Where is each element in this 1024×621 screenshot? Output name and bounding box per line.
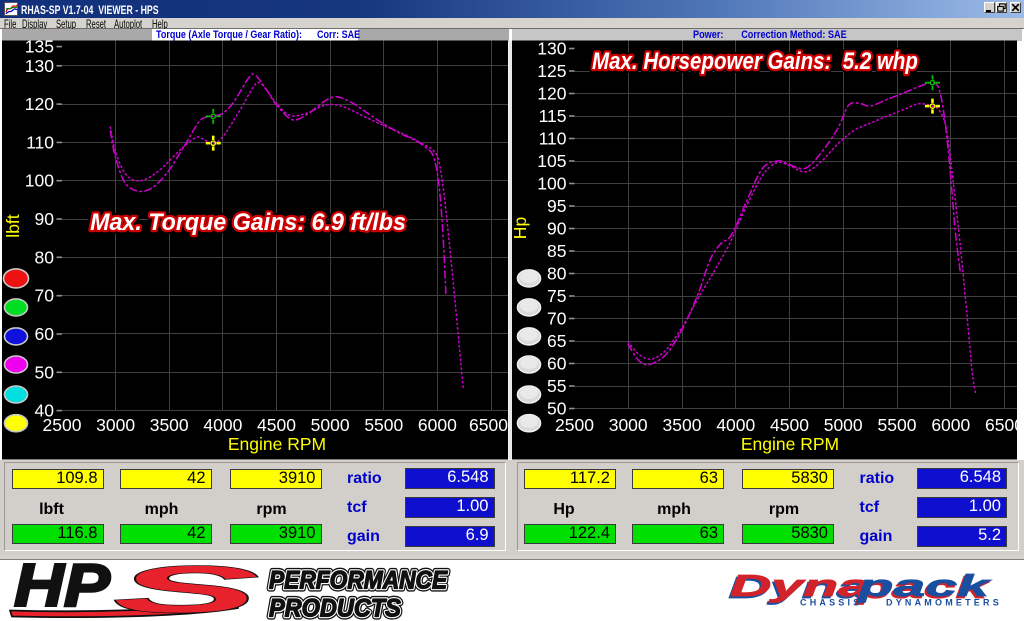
svg-text:5500: 5500 [364,415,403,435]
svg-text:50: 50 [35,362,55,382]
svg-text:6000: 6000 [418,415,457,435]
svg-text:Max. Torque Gains: 6.9 ft/lbs: Max. Torque Gains: 6.9 ft/lbs [90,210,406,236]
svg-text:90: 90 [547,219,567,239]
svg-text:PRODUCTS: PRODUCTS [269,595,401,621]
svg-text:4500: 4500 [257,415,296,435]
svg-text:125: 125 [537,61,566,81]
svg-text:5500: 5500 [878,415,917,435]
svg-text:2500: 2500 [555,415,594,435]
svg-text:3500: 3500 [150,415,189,435]
svg-text:100: 100 [25,171,54,191]
svg-text:90: 90 [35,209,55,229]
svg-text:60: 60 [547,354,567,374]
svg-text:95: 95 [547,196,566,216]
svg-text:135: 135 [25,37,54,57]
svg-text:5000: 5000 [824,415,863,435]
svg-text:4500: 4500 [770,415,809,435]
svg-text:65: 65 [547,331,566,351]
svg-text:120: 120 [25,94,54,114]
svg-text:115: 115 [539,106,567,126]
svg-text:HP: HP [14,559,111,619]
svg-text:Hp: Hp [510,217,530,239]
svg-text:130: 130 [537,39,566,59]
svg-text:70: 70 [547,309,567,329]
svg-text:60: 60 [35,324,55,344]
svg-text:4000: 4000 [716,415,755,435]
svg-text:110: 110 [539,129,567,149]
svg-text:PERFORMANCE: PERFORMANCE [269,567,448,595]
svg-text:6000: 6000 [931,415,970,435]
svg-text:lbft: lbft [3,214,23,237]
svg-text:6500: 6500 [469,415,508,435]
svg-text:2500: 2500 [43,415,82,435]
svg-text:Max. Horsepower Gains: 5.2 wh: Max. Horsepower Gains: 5.2 whp [592,48,918,75]
svg-text:85: 85 [547,241,566,261]
svg-text:105: 105 [537,151,566,171]
svg-text:5000: 5000 [311,415,350,435]
svg-text:70: 70 [35,286,55,306]
svg-text:CHASSIS: CHASSIS [800,598,862,608]
svg-text:Engine RPM: Engine RPM [741,434,839,454]
svg-text:4000: 4000 [203,415,242,435]
svg-text:Engine RPM: Engine RPM [228,434,326,454]
svg-text:3500: 3500 [663,415,702,435]
svg-text:6500: 6500 [985,415,1024,435]
svg-text:130: 130 [25,56,54,76]
svg-text:S: S [113,559,258,621]
svg-text:120: 120 [537,84,566,104]
svg-text:80: 80 [547,264,567,284]
svg-text:100: 100 [537,174,566,194]
svg-text:3000: 3000 [96,415,135,435]
svg-text:75: 75 [547,286,566,306]
svg-text:DYNAMOMETERS: DYNAMOMETERS [886,598,1002,608]
svg-text:55: 55 [547,376,566,396]
svg-text:3000: 3000 [609,415,648,435]
svg-text:80: 80 [35,247,55,267]
svg-text:110: 110 [26,132,54,152]
